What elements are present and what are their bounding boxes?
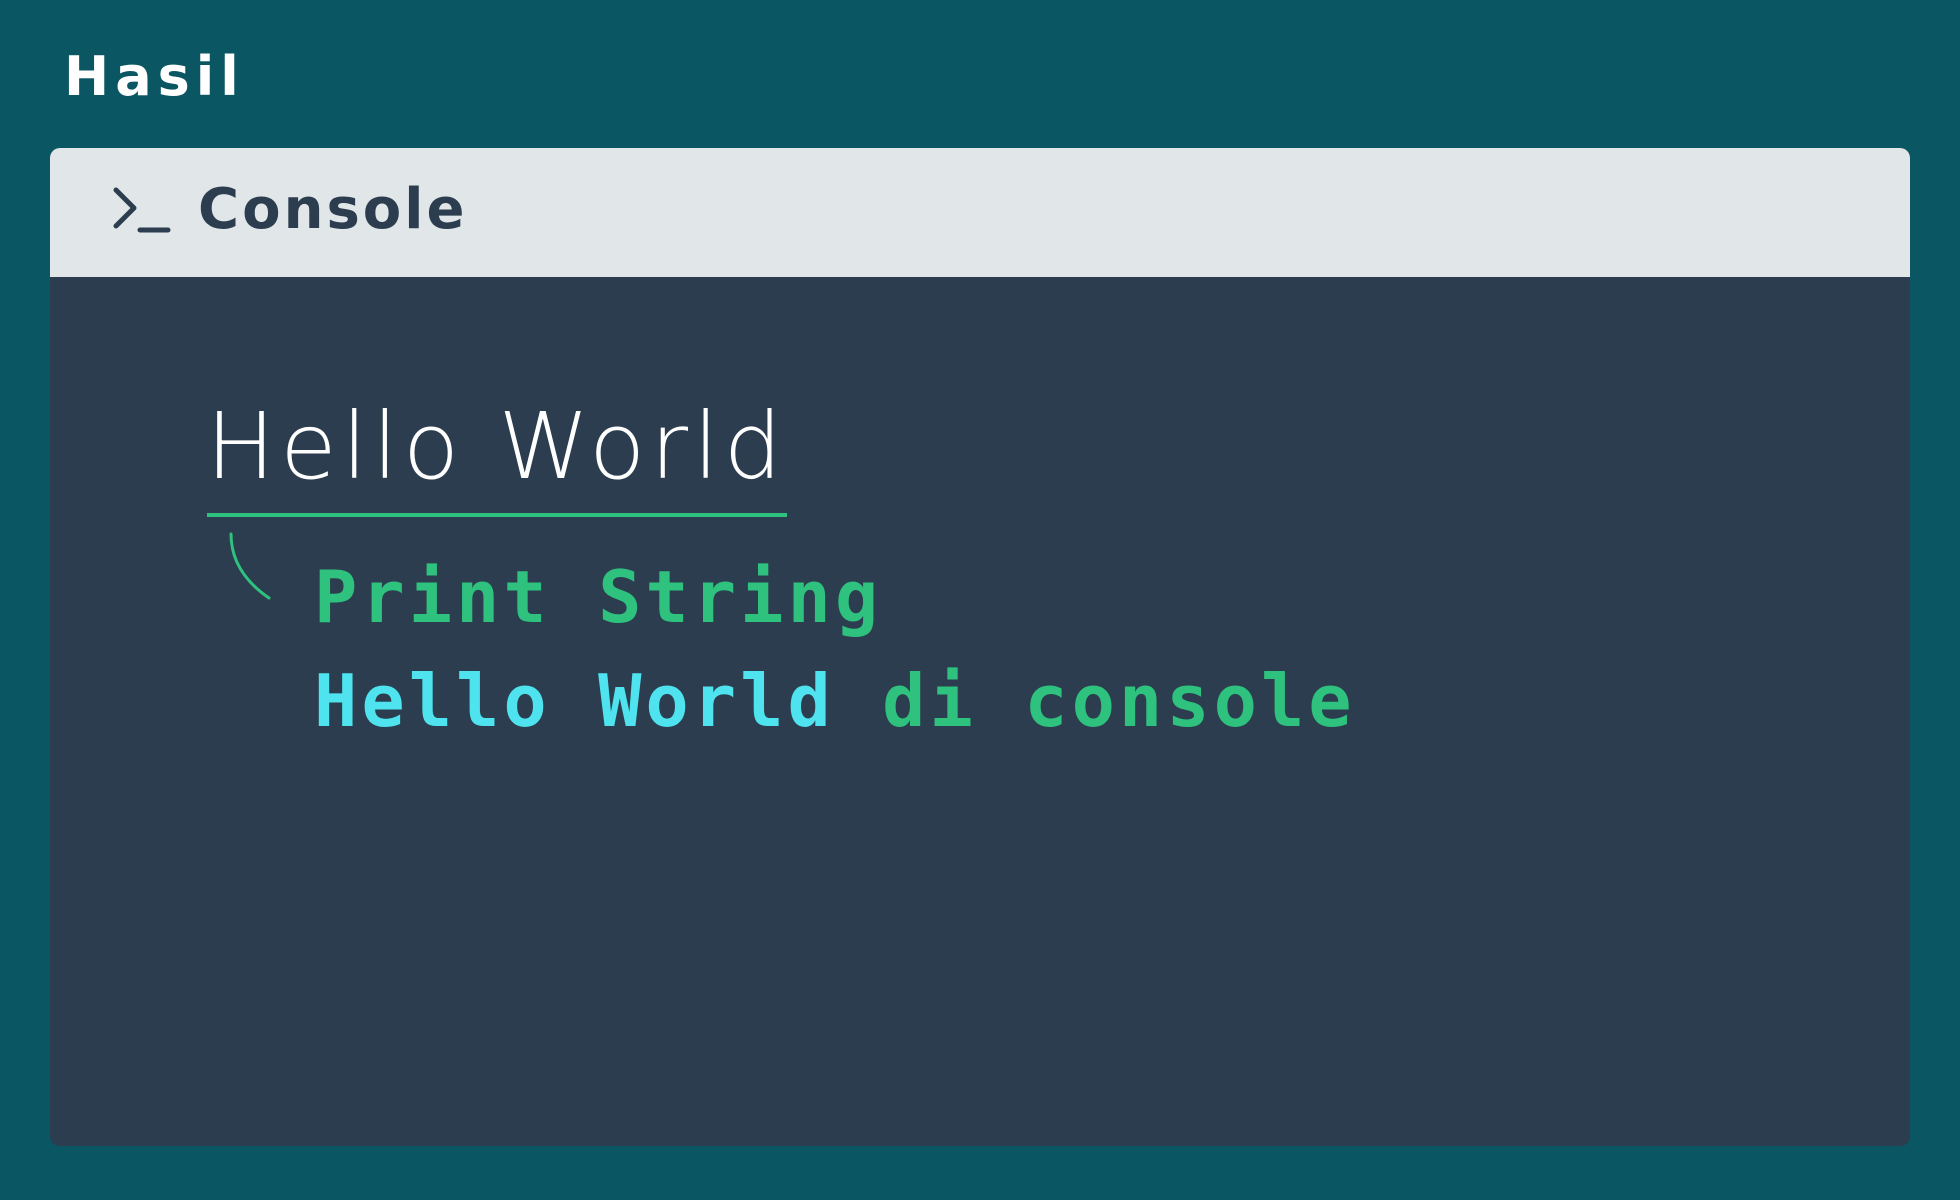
output-underline (207, 513, 787, 517)
console-panel: Console Hello World Print String Hello W… (50, 148, 1910, 1146)
section-title: Hasil (64, 45, 245, 108)
annotation-description-rest: di console (834, 659, 1356, 743)
annotation-title: Print String (314, 555, 883, 639)
annotation-connector (229, 532, 271, 600)
terminal-prompt-icon (113, 187, 171, 233)
console-header: Console (50, 148, 1910, 277)
console-output-text: Hello World (206, 393, 788, 500)
console-label: Console (198, 177, 468, 242)
annotation-description-highlight: Hello World (314, 659, 835, 743)
annotation-description: Hello World di console (314, 665, 1356, 737)
console-output-area: Hello World Print String Hello World di … (50, 277, 1910, 1146)
